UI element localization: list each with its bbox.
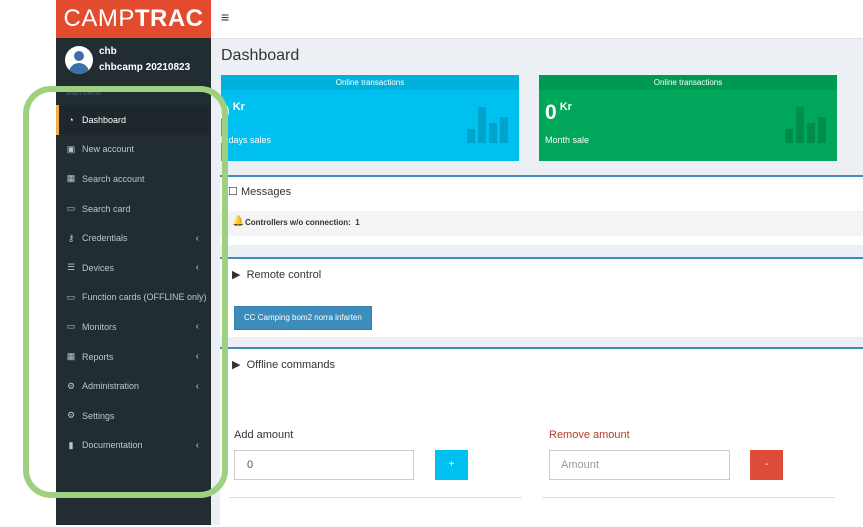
menu-header: Main menu	[66, 90, 101, 97]
sidebar-item-search-card[interactable]: ▭ Search card	[56, 194, 211, 224]
menu-toggle-icon[interactable]: ≡	[221, 9, 229, 25]
credit-card-icon: ▭	[66, 203, 76, 214]
dashboard-icon: ◔	[68, 114, 74, 125]
sidebar-item-devices[interactable]: ☰ Devices ‹	[56, 253, 211, 283]
file-icon: ▮	[68, 439, 74, 450]
sidebar-item-label: Administration	[82, 381, 140, 392]
sidebar-item-new-account[interactable]: ▣ New account	[56, 135, 211, 165]
sidebar-item-function-cards[interactable]: ▭ Function cards (OFFLINE only)	[56, 283, 211, 313]
sidebar-item-label: New account	[82, 144, 135, 155]
calendar-icon: ▦	[66, 173, 76, 184]
chevron-left-icon: ‹	[195, 262, 199, 274]
avatar	[65, 46, 93, 74]
chevron-left-icon: ‹	[195, 439, 199, 451]
gear-icon: ⚙	[66, 410, 76, 421]
checkbox-icon: ☐	[228, 186, 238, 198]
sidebar-item-label: Function cards (OFFLINE only)	[82, 292, 207, 303]
add-amount-input[interactable]: 0	[234, 450, 414, 480]
remote-gate-button[interactable]: CC Camping bom2 norra infarten	[234, 306, 372, 330]
chevron-left-icon: ‹	[195, 351, 199, 363]
server-icon: ☰	[66, 262, 76, 273]
stat-value: 0 Kr	[221, 101, 245, 124]
sidebar-item-label: Documentation	[82, 440, 143, 451]
calendar-plus-icon: ▣	[66, 143, 76, 154]
top-navbar: ≡	[211, 0, 863, 39]
alert-count: 1	[355, 218, 360, 227]
offline-commands-panel: ▶ Offline commands Add amount Remove amo…	[220, 347, 863, 527]
caret-right-icon: ▶	[232, 359, 241, 371]
sidebar-item-label: Search account	[82, 173, 145, 184]
sidebar-item-documentation[interactable]: ▮ Documentation ‹	[56, 431, 211, 461]
remove-amount-input[interactable]: Amount	[549, 450, 730, 480]
add-amount-label: Add amount	[234, 429, 294, 441]
remove-amount-label: Remove amount	[549, 429, 630, 441]
remote-control-title[interactable]: ▶ Remote control	[232, 268, 321, 281]
user-name: chb	[99, 46, 117, 57]
page-title: Dashboard	[221, 47, 300, 64]
sidebar-item-monitors[interactable]: ▭ Monitors ‹	[56, 312, 211, 342]
sidebar-item-label: Dashboard	[82, 114, 127, 125]
bell-icon: 🔔	[232, 216, 245, 227]
stat-box-month-sale: Online transactions 0 Kr Month sale	[539, 75, 837, 161]
monitor-icon: ▭	[66, 321, 76, 332]
bar-chart-icon	[467, 103, 511, 143]
stat-unit: Kr	[559, 101, 572, 113]
stat-box-todays-sales: Online transactions 0 Kr Todays sales	[221, 75, 519, 161]
sidebar-menu: ◔ Dashboard ▣ New account ▦ Search accou…	[56, 105, 211, 460]
brand-logo[interactable]: CAMPTRAC	[56, 0, 211, 38]
stat-value: 0 Kr	[545, 101, 572, 124]
calendar-icon: ▦	[66, 351, 76, 362]
bar-chart-icon	[785, 103, 829, 143]
messages-title[interactable]: ☐ Messages	[228, 185, 291, 198]
sidebar-item-reports[interactable]: ▦ Reports ‹	[56, 342, 211, 372]
sidebar-item-dashboard[interactable]: ◔ Dashboard	[56, 105, 211, 135]
offline-commands-title[interactable]: ▶ Offline commands	[232, 358, 335, 371]
stat-unit: Kr	[232, 101, 245, 113]
sidebar-item-label: Search card	[82, 203, 131, 214]
sidebar-item-label: Settings	[82, 410, 115, 421]
stat-sublabel: Month sale	[545, 135, 590, 145]
add-amount-button[interactable]: +	[435, 450, 468, 480]
user-org: chbcamp 20210823	[99, 62, 191, 73]
avatar-body-shape	[69, 63, 89, 74]
sidebar-item-settings[interactable]: ⚙ Settings	[56, 401, 211, 431]
main-content: Dashboard Online transactions 0 Kr Todays…	[211, 39, 863, 527]
chevron-left-icon: ‹	[195, 380, 199, 392]
caret-right-icon: ▶	[232, 269, 241, 281]
logo-bold-text: TRAC	[134, 5, 204, 32]
key-icon: ⚷	[67, 232, 75, 243]
sidebar-item-label: Reports	[82, 351, 114, 362]
page-left-margin	[0, 0, 56, 525]
sidebar-item-administration[interactable]: ⚙ Administration ‹	[56, 371, 211, 401]
sidebar-item-search-account[interactable]: ▦ Search account	[56, 164, 211, 194]
avatar-head-shape	[74, 51, 84, 61]
cogs-icon: ⚙	[66, 380, 76, 391]
logo-light-text: CAMP	[63, 5, 135, 32]
stat-sublabel: Todays sales	[221, 135, 272, 145]
chevron-left-icon: ‹	[195, 321, 199, 333]
sidebar: CAMPTRAC chb chbcamp 20210823 Main menu …	[56, 0, 211, 525]
divider	[542, 497, 835, 498]
chevron-left-icon: ‹	[195, 232, 199, 244]
messages-panel: ☐ Messages 🔔 Controllers w/o connection:…	[220, 175, 863, 245]
sidebar-item-label: Credentials	[82, 233, 128, 244]
sidebar-item-label: Devices	[82, 262, 115, 273]
user-panel: chb chbcamp 20210823	[56, 38, 211, 86]
stat-box-header: Online transactions	[539, 75, 837, 90]
alert-text: Controllers w/o connection: 1	[245, 218, 360, 227]
sidebar-item-label: Monitors	[82, 321, 117, 332]
remote-control-panel: ▶ Remote control CC Camping bom2 norra i…	[220, 257, 863, 337]
divider	[229, 497, 522, 498]
stat-box-header: Online transactions	[221, 75, 519, 90]
remove-amount-button[interactable]: -	[750, 450, 783, 480]
sidebar-item-credentials[interactable]: ⚷ Credentials ‹	[56, 223, 211, 253]
alert-row: 🔔 Controllers w/o connection: 1	[220, 211, 863, 236]
credit-card-icon: ▭	[66, 291, 76, 302]
